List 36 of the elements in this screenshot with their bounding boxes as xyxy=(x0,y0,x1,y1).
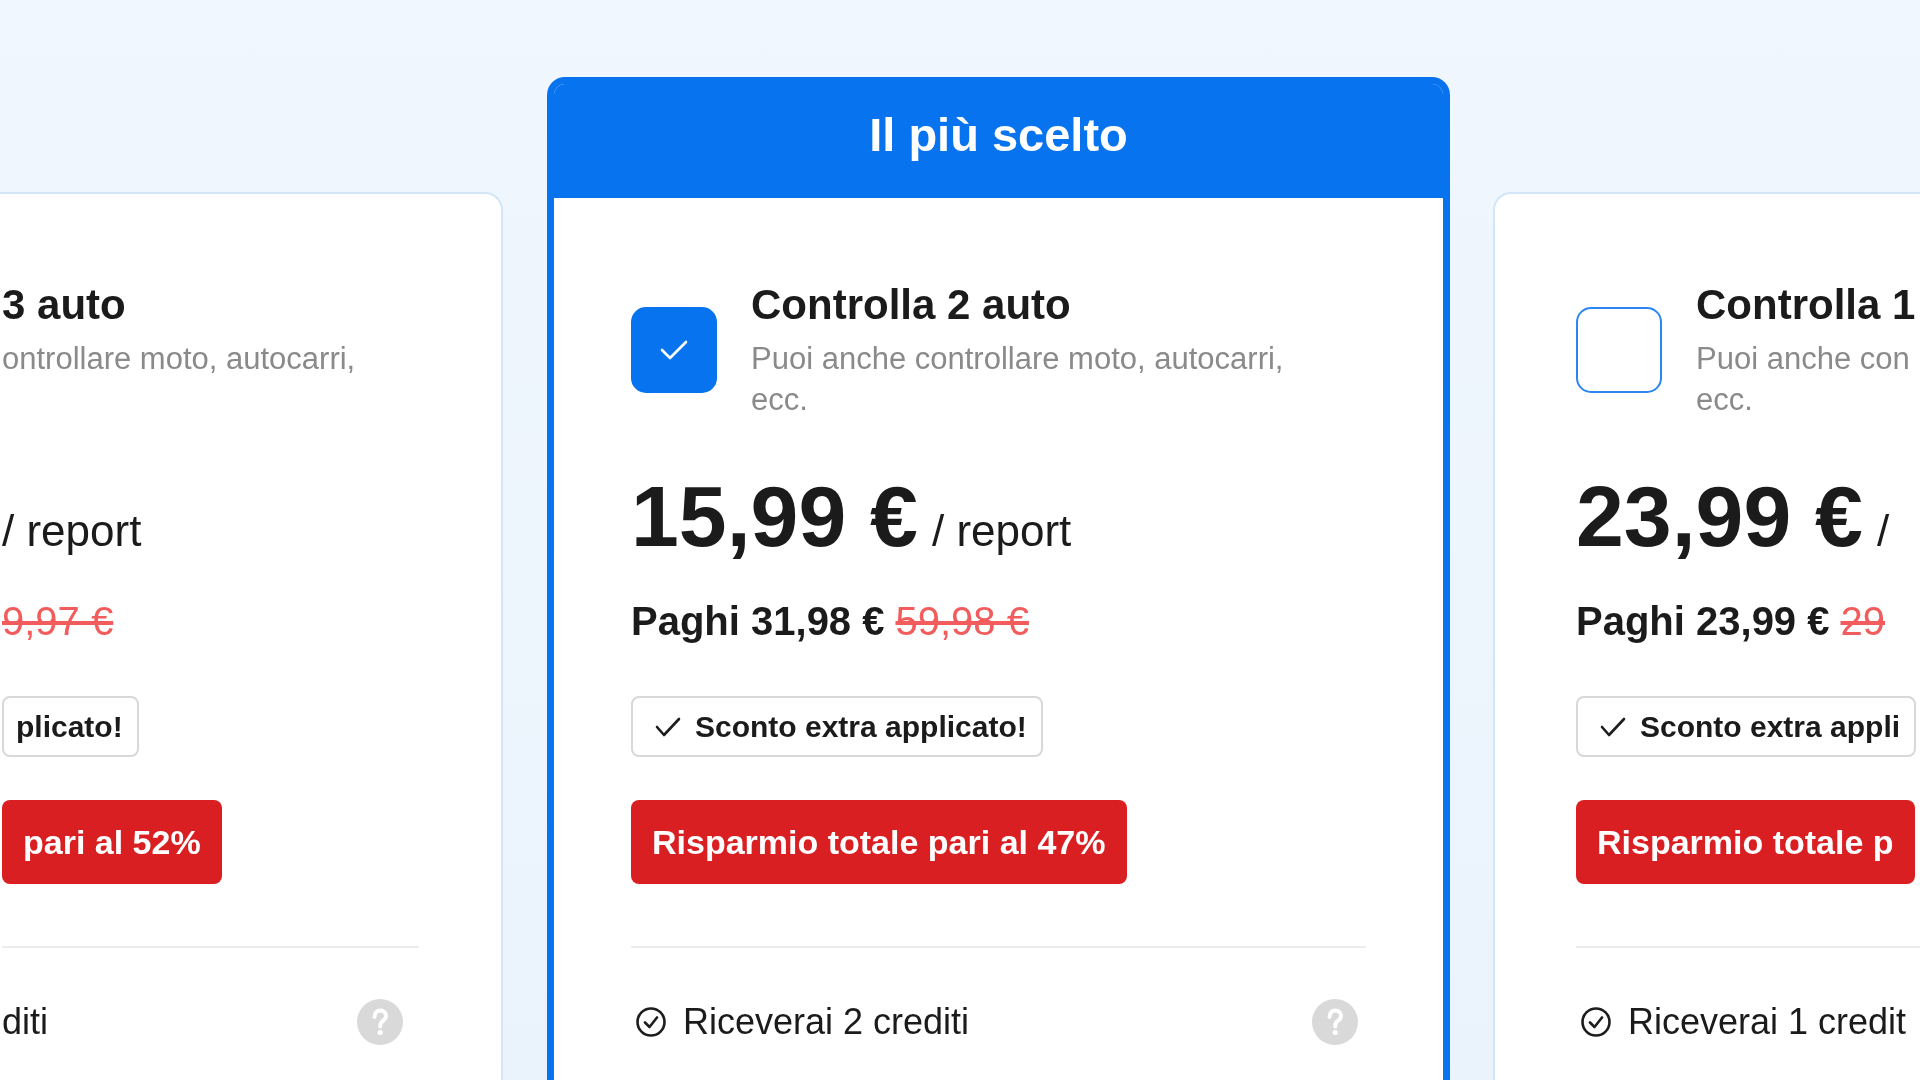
discount-label: Sconto extra appli xyxy=(1640,709,1901,744)
price-unit: / report xyxy=(2,509,142,553)
feature-text: diti xyxy=(2,1001,49,1043)
price-unit: / xyxy=(1876,509,1890,553)
discount-label: Sconto extra applicato! xyxy=(695,709,1027,744)
plan-card[interactable]: 3 auto ontrollare moto, autocarri, / report 9,97 € plicato! pari al 52% diti xyxy=(0,192,503,1080)
feature-text: Riceverai 1 credit xyxy=(1628,1001,1907,1043)
check-circle-icon xyxy=(1580,1006,1612,1038)
price-unit: / report xyxy=(931,509,1072,553)
price: 23,99 € xyxy=(1576,473,1863,559)
savings-banner: pari al 52% xyxy=(2,800,222,884)
savings-banner: Risparmio totale pari al 47% xyxy=(631,800,1127,884)
price: 15,99 € xyxy=(631,473,918,559)
plan-description: Puoi anche con ecc. xyxy=(1696,340,1910,419)
checkmark-icon xyxy=(1600,715,1626,738)
feature-text: Riceverai 2 crediti xyxy=(683,1001,970,1043)
ribbon-banner: Il più scelto xyxy=(554,84,1443,198)
plan-title: Controlla 2 auto xyxy=(751,280,1071,330)
savings-banner: Risparmio totale p xyxy=(1576,800,1915,884)
check-circle-icon xyxy=(635,1006,667,1038)
plan-card[interactable]: Controlla 1 Puoi anche con ecc. 23,99 € / Paghi 23,99 € 29 Sconto extra appli Risparmio totale p Riceverai 1 credit xyxy=(1493,192,1920,1080)
old-price: 59,98 € xyxy=(895,598,1029,645)
plan-title: Controlla 1 xyxy=(1696,280,1916,330)
old-price: 9,97 € xyxy=(2,598,114,645)
plan-card[interactable]: Il più scelto Controlla 2 auto Puoi anche controllare moto, autocarri, ecc. 15,99 € / report Paghi 31,98 € 59,98 € Sconto extra applicato! Risparmio totale pari al 47% Riceverai 2 crediti xyxy=(547,77,1450,1080)
plan-checkbox[interactable] xyxy=(631,307,717,393)
plan-description: Puoi anche controllare moto, autocarri, ecc. xyxy=(751,340,1284,419)
plan-title: 3 auto xyxy=(2,280,126,330)
old-price: 29 xyxy=(1840,598,1885,645)
plan-description: ontrollare moto, autocarri, xyxy=(2,340,356,378)
total-price: Paghi 23,99 € xyxy=(1576,598,1830,645)
discount-label: plicato! xyxy=(16,709,123,744)
checkmark-icon xyxy=(655,715,681,738)
plan-checkbox[interactable] xyxy=(1576,307,1662,393)
checkmark-icon xyxy=(660,339,688,361)
total-price: Paghi 31,98 € xyxy=(631,598,885,645)
